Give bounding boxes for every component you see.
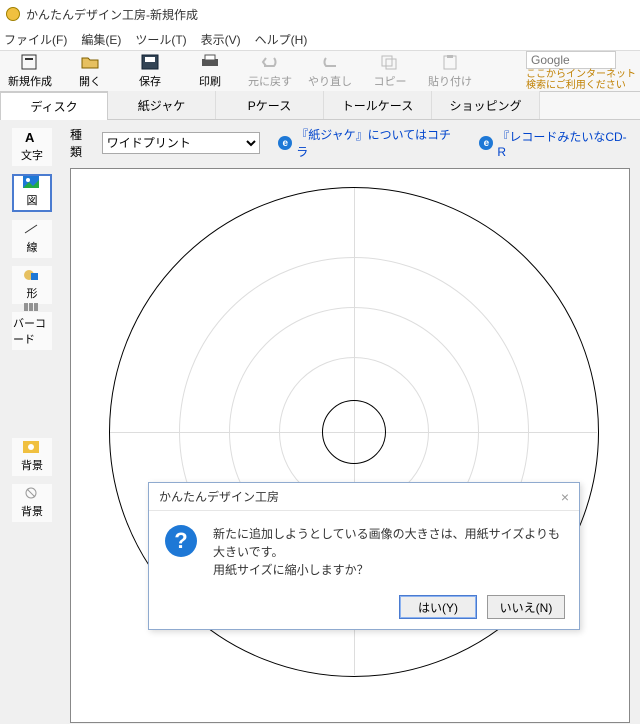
- save-icon: [139, 53, 161, 71]
- bg2-icon: [23, 487, 41, 501]
- bg1-icon: [23, 441, 41, 455]
- dialog-close[interactable]: ×: [561, 489, 569, 505]
- tab-pcase[interactable]: Pケース: [216, 91, 324, 119]
- tool-bg2[interactable]: 背景: [12, 484, 52, 522]
- app-window: かんたんデザイン工房-新規作成 ファイル(F) 編集(E) ツール(T) 表示(…: [0, 0, 640, 724]
- question-icon: ?: [165, 525, 197, 557]
- content-area: 種類 ワイドプリント e 『紙ジャケ』についてはコチラ e 『レコードみたいなC…: [64, 120, 640, 724]
- toolbar-copy-label: コピー: [374, 73, 407, 89]
- disc-canvas[interactable]: [70, 168, 630, 723]
- confirm-dialog: かんたんデザイン工房 × ? 新たに追加しようとしている画像の大きさは、用紙サイ…: [148, 482, 580, 630]
- text-icon: A: [23, 131, 41, 145]
- dialog-title: かんたんデザイン工房: [159, 488, 279, 505]
- toolbar-redo: やり直し: [302, 51, 358, 91]
- toolbar-paste: 貼り付け: [422, 51, 478, 91]
- toolbar-copy: コピー: [362, 51, 418, 91]
- print-icon: [199, 53, 221, 71]
- titlebar: かんたんデザイン工房-新規作成: [0, 0, 640, 28]
- tab-paper[interactable]: 紙ジャケ: [108, 91, 216, 119]
- tool-text-label: 文字: [21, 147, 43, 163]
- tool-line-label: 線: [27, 239, 38, 255]
- menu-file[interactable]: ファイル(F): [4, 31, 67, 48]
- toolbar-undo-label: 元に戻す: [248, 73, 292, 89]
- tab-tall[interactable]: トールケース: [324, 91, 432, 119]
- tab-shopping[interactable]: ショッピング: [432, 91, 540, 119]
- tab-disc[interactable]: ディスク: [0, 92, 108, 120]
- dialog-line1: 新たに追加しようとしている画像の大きさは、用紙サイズよりも大きいです。: [213, 525, 563, 561]
- tool-shape-label: 形: [27, 285, 38, 301]
- toolbar-open-label: 開く: [79, 73, 101, 89]
- main-row: A 文字 図 線 形 バーコード 背景: [0, 120, 640, 724]
- paste-icon: [439, 53, 461, 71]
- toolbar: 新規作成 開く 保存 印刷 元に戻す やり直し コピー 貼り付け: [0, 50, 640, 92]
- menu-view[interactable]: 表示(V): [201, 31, 241, 48]
- search-input[interactable]: [526, 51, 616, 69]
- redo-icon: [319, 53, 341, 71]
- link-record-label: 『レコードみたいなCD-R: [497, 128, 634, 159]
- menu-edit[interactable]: 編集(E): [81, 31, 121, 48]
- undo-icon: [259, 53, 281, 71]
- barcode-icon: [23, 301, 41, 313]
- dialog-line2: 用紙サイズに縮小しますか？: [213, 561, 563, 579]
- toolbar-open[interactable]: 開く: [62, 51, 118, 91]
- search-area: ここからインターネット 検索にご利用ください: [522, 51, 640, 91]
- open-icon: [79, 53, 101, 71]
- toolbar-redo-label: やり直し: [308, 73, 352, 89]
- link-record[interactable]: e 『レコードみたいなCD-R: [479, 128, 634, 159]
- menu-help[interactable]: ヘルプ(H): [255, 31, 308, 48]
- dialog-body: ? 新たに追加しようとしている画像の大きさは、用紙サイズよりも大きいです。 用紙…: [149, 511, 579, 593]
- menu-tool[interactable]: ツール(T): [135, 31, 186, 48]
- toolbar-save-label: 保存: [139, 73, 161, 89]
- info-icon: e: [278, 136, 292, 150]
- line-icon: [23, 223, 41, 237]
- toolbar-print[interactable]: 印刷: [182, 51, 238, 91]
- type-select[interactable]: ワイドプリント: [102, 132, 261, 154]
- tool-image[interactable]: 図: [12, 174, 52, 212]
- dialog-buttons: はい(Y) いいえ(N): [399, 595, 565, 619]
- svg-text:A: A: [25, 131, 35, 143]
- dialog-no-button[interactable]: いいえ(N): [487, 595, 565, 619]
- link-paper-label: 『紙ジャケ』についてはコチラ: [296, 126, 461, 160]
- tool-bg1-label: 背景: [21, 457, 43, 473]
- info-icon: e: [479, 136, 493, 150]
- tool-line[interactable]: 線: [12, 220, 52, 258]
- tool-shape[interactable]: 形: [12, 266, 52, 304]
- toolbar-print-label: 印刷: [199, 73, 221, 89]
- dialog-titlebar: かんたんデザイン工房 ×: [149, 483, 579, 511]
- toolbar-save[interactable]: 保存: [122, 51, 178, 91]
- tool-bg1[interactable]: 背景: [12, 438, 52, 476]
- window-title: かんたんデザイン工房-新規作成: [26, 6, 198, 23]
- type-row: 種類 ワイドプリント e 『紙ジャケ』についてはコチラ e 『レコードみたいなC…: [70, 126, 634, 160]
- tool-barcode[interactable]: バーコード: [12, 312, 52, 350]
- tool-bg2-label: 背景: [21, 503, 43, 519]
- side-tools: A 文字 図 線 形 バーコード 背景: [0, 120, 64, 724]
- copy-icon: [379, 53, 401, 71]
- toolbar-undo: 元に戻す: [242, 51, 298, 91]
- menubar: ファイル(F) 編集(E) ツール(T) 表示(V) ヘルプ(H): [0, 28, 640, 50]
- app-icon: [6, 7, 20, 21]
- tool-image-label: 図: [27, 192, 38, 208]
- new-icon: [19, 53, 41, 71]
- tool-barcode-label: バーコード: [13, 315, 51, 347]
- search-note1: ここからインターネット: [526, 69, 636, 80]
- link-paper[interactable]: e 『紙ジャケ』についてはコチラ: [278, 126, 461, 160]
- image-icon: [23, 176, 41, 190]
- toolbar-new[interactable]: 新規作成: [2, 51, 58, 91]
- search-note2: 検索にご利用ください: [526, 80, 636, 91]
- toolbar-new-label: 新規作成: [8, 73, 52, 89]
- tool-text[interactable]: A 文字: [12, 128, 52, 166]
- dialog-yes-button[interactable]: はい(Y): [399, 595, 477, 619]
- shape-icon: [23, 269, 41, 283]
- toolbar-paste-label: 貼り付け: [428, 73, 472, 89]
- dialog-message: 新たに追加しようとしている画像の大きさは、用紙サイズよりも大きいです。 用紙サイ…: [213, 525, 563, 579]
- disc-hole: [322, 400, 386, 464]
- type-label: 種類: [70, 126, 94, 160]
- doc-tabs: ディスク 紙ジャケ Pケース トールケース ショッピング: [0, 92, 640, 120]
